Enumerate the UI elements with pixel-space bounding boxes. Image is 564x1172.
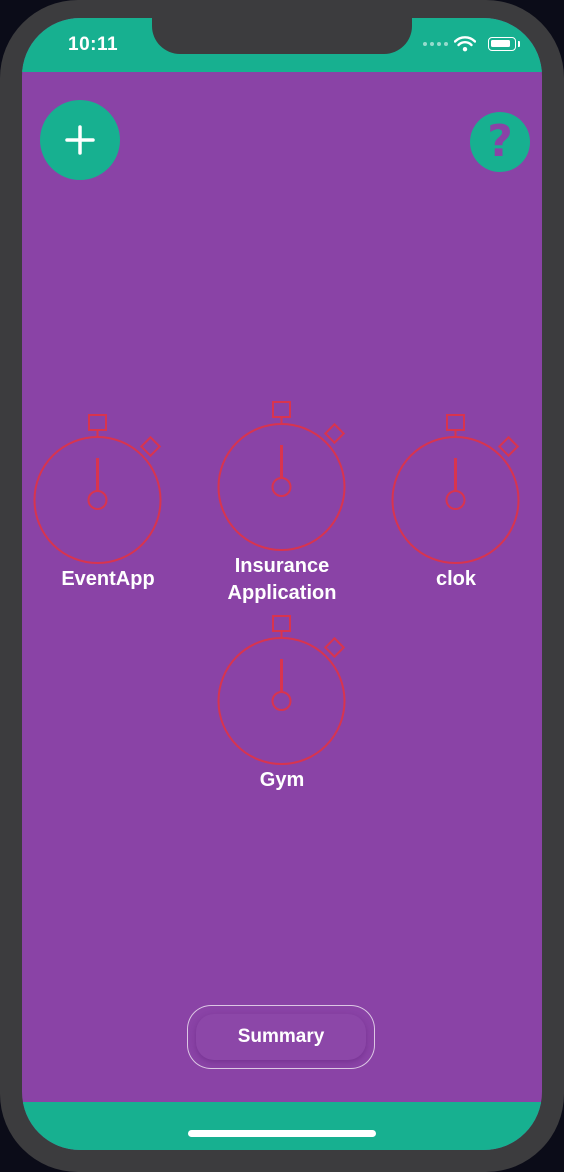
app-screen: 10:11 ? EventApp Insurance Application c… (22, 18, 542, 1150)
stopwatch-icon (217, 615, 346, 765)
signal-dots-icon (423, 42, 448, 46)
timer-item-gym[interactable]: Gym (207, 613, 357, 794)
timer-label: EventApp (61, 568, 155, 590)
battery-icon (488, 37, 520, 51)
timer-item-clok[interactable]: clok (381, 412, 531, 593)
timer-label: Gym (259, 769, 305, 791)
status-time: 10:11 (68, 34, 119, 55)
summary-button-label: Summary (196, 1014, 366, 1060)
device-notch (152, 18, 412, 54)
timer-label: clok (435, 568, 477, 590)
wifi-icon (454, 36, 476, 52)
timer-label: Insurance Application (227, 555, 337, 604)
timer-item-insurance-application[interactable]: Insurance Application (207, 399, 357, 607)
status-icons (423, 36, 520, 52)
stopwatch-icon (33, 414, 162, 564)
question-mark-icon: ? (487, 116, 513, 167)
summary-button[interactable]: Summary (187, 1005, 375, 1069)
status-bar: 10:11 (22, 18, 542, 72)
plus-icon (65, 125, 95, 155)
stopwatch-icon (217, 401, 346, 551)
help-button[interactable]: ? (470, 112, 530, 172)
add-timer-button[interactable] (40, 100, 120, 180)
stopwatch-icon (391, 414, 520, 564)
home-indicator[interactable] (188, 1130, 376, 1137)
timer-item-eventapp[interactable]: EventApp (33, 412, 183, 593)
bottom-bar (22, 1102, 542, 1150)
battery-level (491, 40, 510, 47)
